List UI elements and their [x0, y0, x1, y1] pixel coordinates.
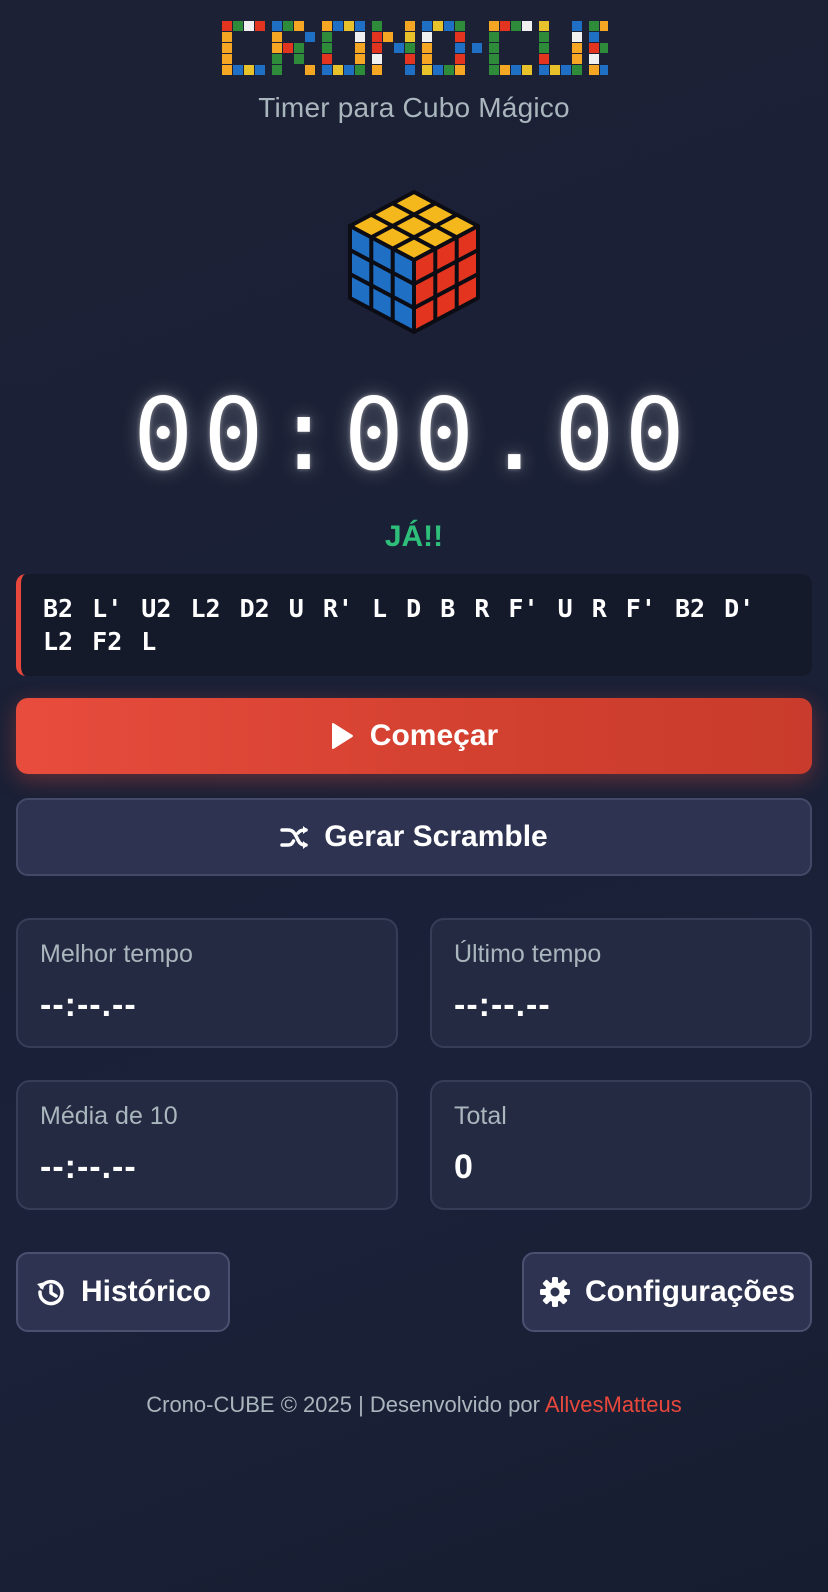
- stat-value: 0: [454, 1148, 474, 1186]
- stat-label: Último tempo: [454, 940, 602, 968]
- stat-best-time: Melhor tempo --:--.--: [16, 918, 398, 1048]
- history-label: Histórico: [80, 1275, 212, 1308]
- stat-label: Melhor tempo: [40, 940, 193, 968]
- gear-icon: [539, 1276, 571, 1308]
- start-button[interactable]: Começar: [16, 698, 812, 774]
- footer: Crono-CUBE © 2025 | Desenvolvido por All…: [0, 1392, 828, 1418]
- app-subtitle: Timer para Cubo Mágico: [258, 92, 570, 123]
- stat-value: --:--.--: [40, 1148, 137, 1186]
- settings-button[interactable]: Configurações: [522, 1252, 812, 1332]
- history-icon: [35, 1276, 67, 1308]
- generate-scramble-button[interactable]: Gerar Scramble: [16, 798, 812, 876]
- app-logo: [222, 20, 608, 76]
- logo-mark: [222, 21, 608, 75]
- stat-average-10: Média de 10 --:--.--: [16, 1080, 398, 1210]
- generate-scramble-label: Gerar Scramble: [324, 820, 548, 853]
- rubiks-cube-icon: [346, 188, 482, 336]
- scramble-sequence: B2 L' U2 L2 D2 U R' L D B R F' U R F' B2…: [16, 574, 812, 676]
- author-link[interactable]: AllvesMatteus: [545, 1392, 682, 1417]
- timer-display[interactable]: 00:00.00: [0, 376, 828, 493]
- settings-label: Configurações: [584, 1275, 796, 1308]
- history-button[interactable]: Histórico: [16, 1252, 230, 1332]
- stat-last-time: Último tempo --:--.--: [430, 918, 812, 1048]
- stat-label: Média de 10: [40, 1102, 178, 1130]
- stat-total: Total 0: [430, 1080, 812, 1210]
- play-icon: [330, 722, 354, 750]
- footer-text: Crono-CUBE © 2025 | Desenvolvido por: [146, 1392, 545, 1417]
- shuffle-icon: [280, 823, 310, 851]
- stat-label: Total: [454, 1102, 507, 1130]
- timer-status: JÁ!!: [384, 520, 444, 553]
- stat-value: --:--.--: [454, 986, 551, 1024]
- start-button-label: Começar: [369, 719, 499, 752]
- stat-value: --:--.--: [40, 986, 137, 1024]
